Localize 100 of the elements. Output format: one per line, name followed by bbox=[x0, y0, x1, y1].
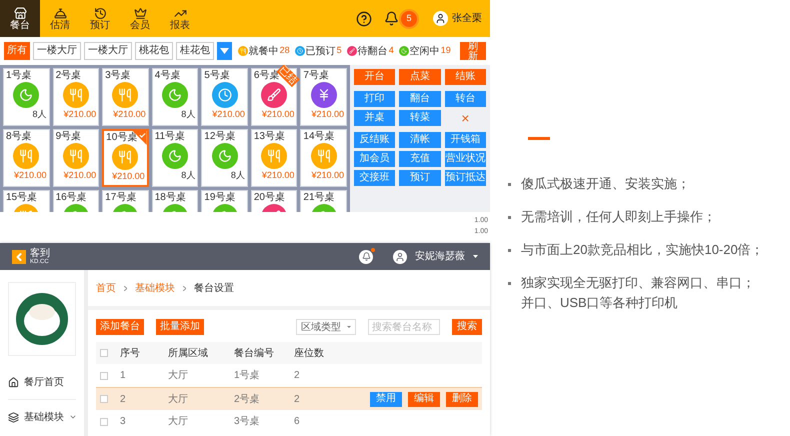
legend-utensils-icon bbox=[238, 46, 248, 56]
table-footer: 8人 bbox=[181, 108, 196, 121]
nav-tab[interactable]: 会员 bbox=[120, 0, 160, 37]
search-field[interactable]: 搜索餐台名称 bbox=[368, 319, 440, 335]
table-name: 12号桌 bbox=[204, 130, 236, 143]
column-header: 序号 bbox=[120, 346, 141, 360]
table-name: 16号桌 bbox=[56, 191, 87, 204]
table-status-yen-icon bbox=[310, 82, 337, 108]
table-name: 6号桌 bbox=[254, 69, 280, 82]
bullet-icon bbox=[508, 249, 511, 252]
logo-icon bbox=[12, 250, 26, 264]
table-card[interactable]: 13号桌 ¥210.00 bbox=[250, 129, 298, 187]
nav-tab[interactable]: 餐台 bbox=[0, 0, 40, 37]
avatar-icon bbox=[393, 250, 407, 264]
table-status-utensils-icon bbox=[62, 143, 89, 169]
table-name: 21号桌 bbox=[303, 191, 335, 204]
table-name: 11号桌 bbox=[154, 130, 186, 143]
table-footer: ¥210.00 bbox=[262, 169, 294, 182]
table-footer: 8人 bbox=[181, 169, 196, 182]
area-filter[interactable]: 桃花包 bbox=[135, 42, 173, 60]
clock-icon bbox=[94, 6, 106, 20]
table-card[interactable]: 20号桌 bbox=[250, 190, 298, 212]
notification-icon[interactable] bbox=[359, 250, 373, 264]
table-name: 9号桌 bbox=[56, 130, 82, 143]
nav-tab[interactable]: 估清 bbox=[40, 0, 80, 37]
table-card[interactable]: 3号桌 ¥210.00 bbox=[102, 68, 149, 126]
table-card[interactable]: 8号桌 ¥210.00 bbox=[3, 129, 50, 187]
notification-icon[interactable] bbox=[384, 11, 399, 26]
legend-count: 4 bbox=[388, 44, 394, 58]
legend-label: 待翻台 bbox=[358, 44, 388, 58]
home-icon bbox=[8, 377, 19, 388]
table-name: 8号桌 bbox=[6, 130, 32, 143]
table-card[interactable]: 19号桌 bbox=[201, 190, 248, 212]
table-name: 5号桌 bbox=[204, 69, 230, 82]
table-card[interactable]: 12号桌 8人 bbox=[201, 129, 248, 187]
feature-text: 无需培训，任何人即刻上手操作； bbox=[521, 208, 717, 226]
checkbox[interactable] bbox=[100, 395, 108, 403]
table-row[interactable]: 2 大厅 2号桌 2 禁用 编辑 删除 bbox=[96, 387, 482, 410]
table-name: 2号桌 bbox=[56, 69, 82, 82]
table-card[interactable]: 18号桌 bbox=[152, 190, 198, 212]
table-footer: ¥210.00 bbox=[64, 108, 96, 121]
area-filter[interactable]: 一楼大厅 bbox=[33, 42, 81, 60]
table-status-moon-icon bbox=[13, 82, 40, 108]
nav-tab[interactable]: 报表 bbox=[160, 0, 200, 37]
legend-clock-icon bbox=[294, 46, 305, 56]
table-footer: 8人 bbox=[32, 108, 47, 121]
legend-count: 19 bbox=[440, 44, 451, 58]
table-card[interactable]: 5号桌 ¥210.00 bbox=[201, 68, 248, 126]
area-filter[interactable]: 桂花包 bbox=[176, 42, 214, 60]
caret-icon bbox=[473, 255, 478, 258]
table-cell-text: 2 bbox=[294, 369, 301, 383]
table-cell-text: 3 bbox=[120, 415, 127, 429]
help-icon[interactable] bbox=[356, 10, 372, 26]
area-filter[interactable]: 一楼大厅 bbox=[84, 42, 132, 60]
table-cell-text: 大厅 bbox=[168, 414, 189, 429]
table-name: 13号桌 bbox=[254, 130, 285, 143]
table-card[interactable]: 14号桌 ¥210.00 bbox=[300, 129, 347, 187]
table-name: 17号桌 bbox=[105, 191, 136, 204]
table-status-utensils-icon bbox=[112, 82, 138, 108]
table-card[interactable]: 16号桌 bbox=[52, 190, 100, 212]
table-card[interactable]: 1号桌 8人 bbox=[3, 68, 50, 126]
table-card[interactable]: 9号桌 ¥210.00 bbox=[52, 129, 100, 187]
sidebar-item[interactable]: 基础模块 bbox=[8, 400, 76, 434]
table-footer: ¥210.00 bbox=[64, 169, 96, 182]
user-name[interactable]: 安妮海瑟薇 bbox=[415, 249, 465, 264]
bullet-icon bbox=[508, 216, 511, 219]
table-card[interactable]: 21号桌 bbox=[300, 190, 347, 212]
legend-label: 已预订 bbox=[306, 44, 336, 58]
table-card[interactable]: 10号桌 ¥210.00 bbox=[102, 129, 149, 187]
area-select[interactable]: 区域类型 bbox=[296, 319, 356, 335]
table-card[interactable]: 7号桌 ¥210.00 bbox=[300, 68, 347, 126]
table-name: 15号桌 bbox=[6, 191, 38, 204]
table-card[interactable]: 15号桌 bbox=[3, 190, 50, 212]
table-status-utensils-icon bbox=[261, 143, 288, 169]
table-cell-text: 3号桌 bbox=[234, 414, 261, 429]
checkbox[interactable] bbox=[100, 372, 108, 380]
table-footer: ¥210.00 bbox=[113, 108, 146, 121]
legend-count: 28 bbox=[280, 44, 290, 58]
table-card[interactable]: 2号桌 ¥210.00 bbox=[52, 68, 100, 126]
sidebar-item[interactable]: 餐厅首页 bbox=[8, 366, 76, 400]
feature-text: 与市面上20款竞品相比，实施快10-20倍； bbox=[521, 241, 765, 259]
table-card[interactable]: 11号桌 8人 bbox=[152, 129, 198, 187]
more-dropdown[interactable] bbox=[217, 42, 232, 60]
nav-tab[interactable]: 预订 bbox=[80, 0, 120, 37]
table-name: 3号桌 bbox=[105, 69, 131, 82]
table-name: 10号桌 bbox=[106, 131, 138, 144]
table-name: 18号桌 bbox=[154, 191, 186, 204]
table-card[interactable]: 4号桌 8人 bbox=[152, 68, 198, 126]
accent-dash bbox=[528, 137, 550, 140]
column-header: 所属区域 bbox=[168, 346, 209, 360]
checkbox[interactable] bbox=[100, 418, 108, 426]
table-status-utensils-icon bbox=[112, 144, 138, 170]
checkbox[interactable] bbox=[100, 349, 108, 357]
bell-icon bbox=[54, 6, 66, 20]
table-status-clock-icon bbox=[212, 82, 238, 108]
table-card[interactable]: 17号桌 bbox=[102, 190, 149, 212]
table-footer: ¥210.00 bbox=[311, 108, 344, 121]
legend-count: 5 bbox=[336, 44, 342, 58]
column-header: 座位数 bbox=[294, 346, 325, 360]
table-name: 14号桌 bbox=[303, 130, 335, 143]
